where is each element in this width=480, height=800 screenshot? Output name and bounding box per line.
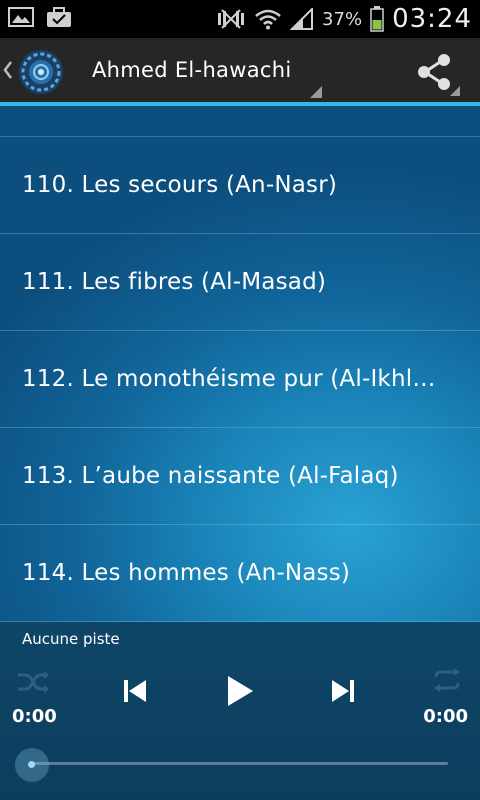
track-title: 111. Les fibres (Al-Masad) [22,269,327,295]
next-icon[interactable] [330,678,356,704]
repeat-icon[interactable] [430,668,464,692]
battery-percent: 37% [322,8,363,30]
track-list-area: 110. Les secours (An-Nasr) 111. Les fibr… [0,106,480,622]
action-bar: Ahmed El-hawachi [0,38,480,106]
play-icon[interactable] [225,674,255,708]
seek-thumb[interactable] [15,748,49,782]
shuffle-icon[interactable] [16,670,50,694]
total-time: 0:00 [423,706,468,727]
briefcase-icon [47,7,71,27]
overflow-indicator [450,86,460,96]
seek-track [32,762,448,765]
list-item[interactable]: 113. L’aube naissante (Al-Falaq) [0,428,480,525]
now-playing-label: Aucune piste [22,630,120,648]
track-title: 113. L’aube naissante (Al-Falaq) [22,463,399,489]
wifi-icon [255,9,281,30]
list-item[interactable]: 112. Le monothéisme pur (Al-Ikhlas) [0,331,480,428]
seek-bar[interactable] [14,748,466,782]
system-indicators: 37% 03:24 [216,0,472,38]
track-title: 110. Les secours (An-Nasr) [22,172,338,198]
list-item[interactable]: 111. Les fibres (Al-Masad) [0,234,480,331]
dropdown-indicator [310,86,322,98]
list-item[interactable]: 110. Les secours (An-Nasr) [0,137,480,234]
player-panel: Aucune piste 0:00 0:00 [0,622,480,800]
chevron-left-icon[interactable] [3,60,13,80]
clock: 03:24 [392,4,472,34]
elapsed-time: 0:00 [12,706,57,727]
seek-thumb-dot [28,761,35,768]
status-bar: 37% 03:24 [0,0,480,38]
track-title: 114. Les hommes (An-Nass) [22,560,351,586]
mute-icon [218,9,245,29]
app-logo-icon[interactable] [16,49,66,95]
track-list: 110. Les secours (An-Nasr) 111. Les fibr… [0,137,480,622]
reciter-title[interactable]: Ahmed El-hawachi [92,58,291,82]
signal-icon [290,8,314,30]
notification-icons [8,6,72,28]
track-title: 112. Le monothéisme pur (Al-Ikhlas) [22,366,446,392]
list-item[interactable]: 114. Les hommes (An-Nass) [0,525,480,622]
image-icon [8,7,34,27]
previous-icon[interactable] [122,678,148,704]
battery-icon [370,6,384,32]
